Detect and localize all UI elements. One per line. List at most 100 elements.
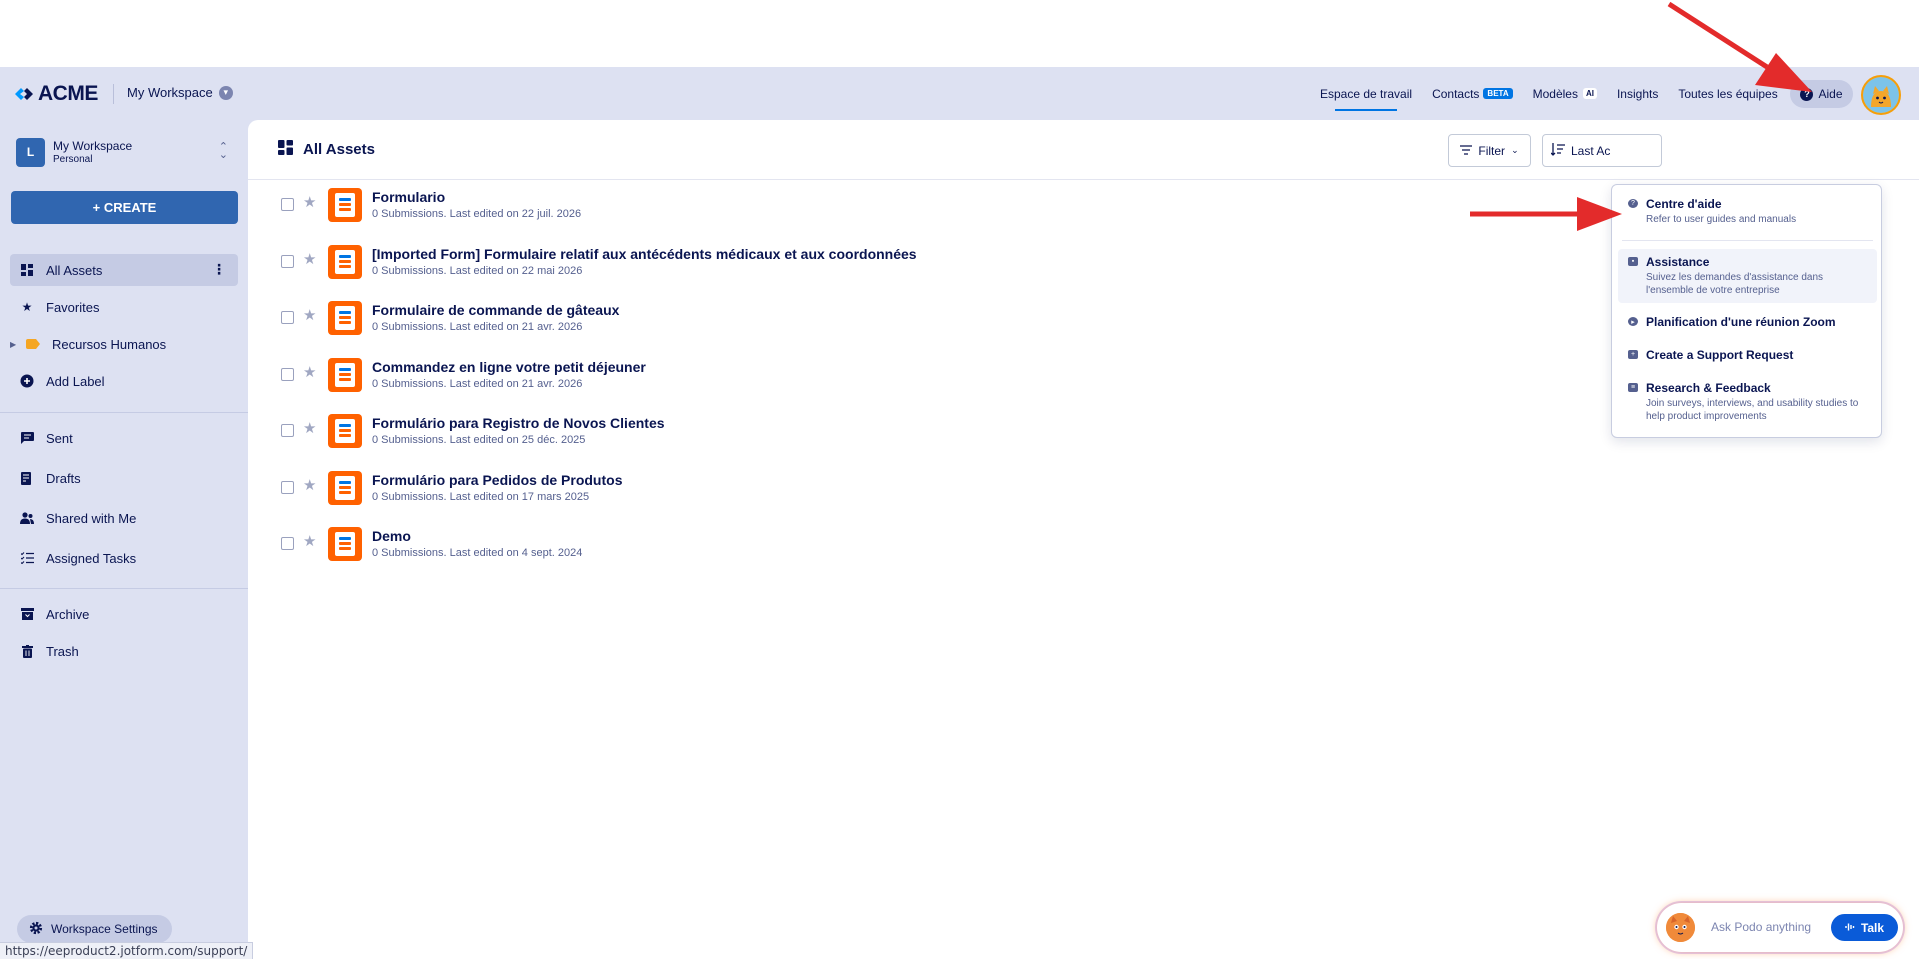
sidebar-item-assigned-tasks[interactable]: Assigned Tasks xyxy=(10,542,238,574)
sidebar-item-shared-with-me[interactable]: Shared with Me xyxy=(10,502,238,534)
kebab-menu-icon[interactable]: ⋮ xyxy=(212,262,226,276)
workspace-card-name: My Workspace xyxy=(53,139,133,153)
star-icon[interactable]: ★ xyxy=(303,363,316,381)
sidebar-item-label: Favorites xyxy=(46,299,100,315)
form-icon xyxy=(328,527,362,561)
star-icon[interactable]: ★ xyxy=(303,306,316,324)
sidebar-item-all-assets[interactable]: All Assets ⋮ xyxy=(10,254,238,286)
workspace-card[interactable]: L My Workspace Personal ⌃ ⌄ xyxy=(16,134,236,170)
sent-icon xyxy=(20,431,34,445)
row-checkbox[interactable] xyxy=(281,480,294,494)
sidebar-divider xyxy=(0,412,248,413)
logo[interactable]: ACME xyxy=(13,82,98,106)
sidebar-secondary-list: Sent Drafts Shared with Me Assigned Task… xyxy=(10,422,238,582)
filter-button[interactable]: Filter ⌄ xyxy=(1448,134,1531,167)
sidebar-item-favorites[interactable]: ★ Favorites xyxy=(10,291,238,323)
audio-bars-icon xyxy=(1845,921,1855,935)
create-button[interactable]: + CREATE xyxy=(11,191,238,224)
help-dropdown-menu: ? Centre d'aide Refer to user guides and… xyxy=(1611,184,1882,438)
sidebar-tertiary-list: Archive Trash xyxy=(10,598,238,672)
star-icon[interactable]: ★ xyxy=(303,250,316,268)
asset-name[interactable]: Commandez en ligne votre petit déjeuner xyxy=(372,359,646,375)
caret-right-icon[interactable]: ▶ xyxy=(10,340,16,349)
talk-label: Talk xyxy=(1860,920,1885,935)
asset-meta: 0 Submissions. Last edited on 21 avr. 20… xyxy=(372,321,583,333)
menu-item-research-feedback[interactable]: ≡ Research & Feedback Join surveys, inte… xyxy=(1618,375,1877,429)
star-icon[interactable]: ★ xyxy=(303,532,316,550)
workspace-settings-label: Workspace Settings xyxy=(51,922,158,936)
sort-icon xyxy=(1550,142,1565,159)
beta-badge: BETA xyxy=(1483,88,1513,99)
menu-divider xyxy=(1622,240,1873,241)
nav-espace-de-travail[interactable]: Espace de travail xyxy=(1310,67,1422,120)
menu-item-create-support-request[interactable]: + Create a Support Request xyxy=(1618,342,1877,368)
asset-name[interactable]: Demo xyxy=(372,528,411,544)
nav-label: Modèles xyxy=(1532,86,1578,101)
workspace-name: My Workspace xyxy=(127,85,213,100)
sidebar-item-archive[interactable]: Archive xyxy=(10,598,238,630)
sort-button[interactable]: Last Ac xyxy=(1542,134,1662,167)
star-icon[interactable]: ★ xyxy=(303,476,316,494)
talk-button[interactable]: Talk xyxy=(1831,914,1898,941)
menu-item-desc: Join surveys, interviews, and usability … xyxy=(1646,398,1859,422)
nav-label: Contacts xyxy=(1432,86,1480,101)
nav-modeles[interactable]: Modèles AI xyxy=(1523,67,1607,120)
top-blank-area xyxy=(0,0,1919,67)
workspace-settings-button[interactable]: Workspace Settings xyxy=(17,915,172,943)
sort-label: Last Ac xyxy=(1571,143,1611,158)
help-label: Aide xyxy=(1818,87,1843,101)
question-icon: ? xyxy=(1800,87,1814,101)
status-bar-url: https://eeproduct2.jotform.com/support/ xyxy=(0,942,254,959)
feedback-icon: ≡ xyxy=(1628,383,1638,392)
asset-meta: 0 Submissions. Last edited on 22 juil. 2… xyxy=(372,208,582,220)
star-icon[interactable]: ★ xyxy=(303,419,316,437)
nav-toutes-les-equipes[interactable]: Toutes les équipes xyxy=(1668,67,1787,120)
menu-item-centre-d-aide[interactable]: ? Centre d'aide Refer to user guides and… xyxy=(1618,191,1877,232)
logo-text: ACME xyxy=(38,82,98,105)
menu-item-zoom[interactable]: ▸ Planification d'une réunion Zoom xyxy=(1618,309,1877,335)
sidebar-divider xyxy=(0,588,248,589)
sidebar-item-sent[interactable]: Sent xyxy=(10,422,238,454)
filter-icon xyxy=(1460,144,1473,158)
header-divider xyxy=(113,84,114,104)
help-button[interactable]: ? Aide xyxy=(1790,80,1853,108)
sidebar-item-label: Trash xyxy=(46,643,79,659)
row-checkbox[interactable] xyxy=(281,254,294,268)
row-checkbox[interactable] xyxy=(281,537,294,550)
filter-label: Filter xyxy=(1478,143,1506,158)
nav-contacts[interactable]: Contacts BETA xyxy=(1422,67,1523,120)
sidebar-item-label: All Assets xyxy=(46,262,103,278)
user-avatar[interactable] xyxy=(1861,75,1901,115)
nav-insights[interactable]: Insights xyxy=(1607,67,1668,120)
ask-podo-placeholder[interactable]: Ask Podo anything xyxy=(1711,920,1811,934)
question-icon: ? xyxy=(1628,199,1638,208)
sidebar-item-recursos-humanos[interactable]: ▶ Recursos Humanos xyxy=(10,328,238,360)
asset-row[interactable]: ★ Demo 0 Submissions. Last edited on 4 sep… xyxy=(248,521,1919,578)
sidebar-item-add-label[interactable]: Add Label xyxy=(10,365,238,397)
gear-icon xyxy=(29,921,43,938)
tasks-icon xyxy=(20,551,34,565)
ai-badge: AI xyxy=(1582,88,1597,99)
sidebar-item-drafts[interactable]: Drafts xyxy=(10,462,238,494)
asset-row[interactable]: ★ Formulário para Pedidos de Produtos 0 Su… xyxy=(248,465,1919,522)
asset-name[interactable]: [Imported Form] Formulaire relatif aux a… xyxy=(372,246,917,262)
sidebar-item-trash[interactable]: Trash xyxy=(10,635,238,667)
star-icon[interactable]: ★ xyxy=(303,193,316,211)
row-checkbox[interactable] xyxy=(281,367,294,381)
asset-name[interactable]: Formulário para Pedidos de Produtos xyxy=(372,472,622,488)
asset-name[interactable]: Formulário para Registro de Novos Client… xyxy=(372,415,665,431)
asset-name[interactable]: Formulaire de commande de gâteaux xyxy=(372,302,619,318)
row-checkbox[interactable] xyxy=(281,198,294,211)
sidebar-item-label: Sent xyxy=(46,430,73,446)
asset-meta: 0 Submissions. Last edited on 4 sept. 20… xyxy=(372,547,583,559)
row-checkbox[interactable] xyxy=(281,424,294,437)
ask-podo-widget[interactable]: Ask Podo anything Talk xyxy=(1657,903,1903,952)
workspace-switcher[interactable]: My Workspace ▾ xyxy=(127,85,233,100)
video-icon: ▸ xyxy=(1628,317,1638,326)
workspace-card-sub: Personal xyxy=(53,154,93,165)
menu-item-assistance[interactable]: ▪ Assistance Suivez les demandes d'assis… xyxy=(1618,249,1877,303)
main-header: All Assets Filter ⌄ Last Ac xyxy=(248,120,1919,180)
asset-name[interactable]: Formulario xyxy=(372,189,445,205)
logo-icon xyxy=(13,84,35,104)
row-checkbox[interactable] xyxy=(281,311,294,324)
